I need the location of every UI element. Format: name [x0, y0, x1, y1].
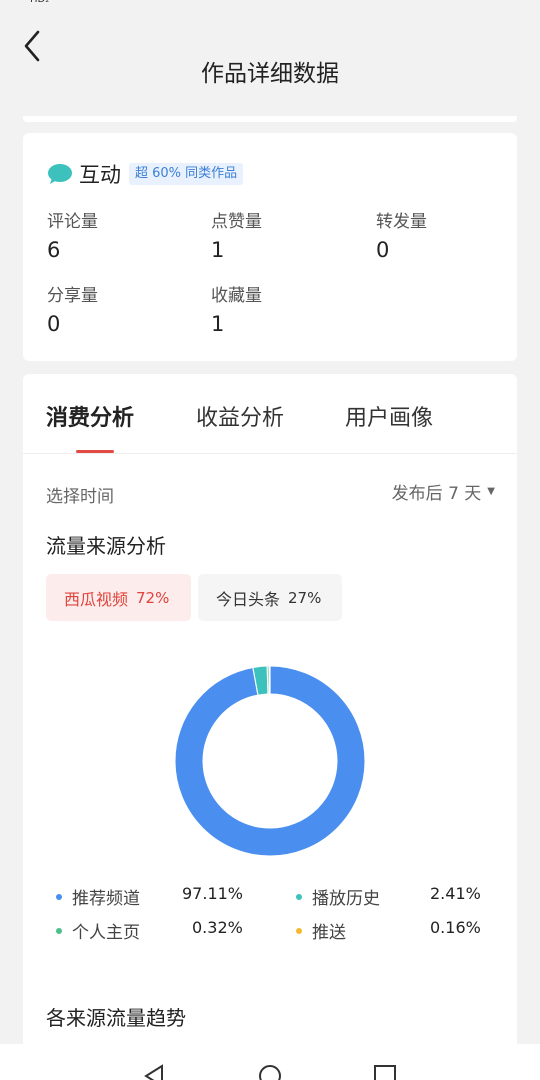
donut-slice-recommend — [175, 666, 365, 856]
time-range-value: 发布后 7 天 — [391, 484, 482, 504]
legend-name: 推送 — [312, 923, 346, 943]
nav-back-button[interactable] — [140, 1062, 166, 1080]
donut-separator — [266, 666, 269, 694]
legend-dot — [56, 927, 62, 934]
tab-consumption[interactable]: 消费分析 — [46, 400, 134, 432]
legend-item-homepage: 个人主页 — [56, 918, 140, 943]
triangle-back-icon — [144, 1064, 163, 1080]
metric-value: 1 — [211, 238, 225, 262]
chip-name: 今日头条 — [216, 589, 281, 609]
legend-item-recommend: 推荐频道 — [56, 884, 140, 909]
system-nav-bar — [0, 1044, 540, 1080]
analysis-tabs: 消费分析 收益分析 用户画像 — [23, 374, 517, 454]
metric-value: 0 — [47, 312, 61, 336]
square-recents-icon — [374, 1065, 396, 1080]
chat-bubble-icon — [48, 164, 72, 184]
metric-label: 点赞量 — [211, 212, 262, 232]
tab-indicator — [76, 450, 114, 453]
chip-pct: 27% — [288, 588, 322, 607]
legend-name: 个人主页 — [72, 923, 140, 943]
metric-shares: 分享量 0 — [47, 281, 98, 336]
legend-dot — [296, 927, 302, 934]
nav-recents-button[interactable] — [372, 1062, 398, 1080]
legend-item-history: 播放历史 — [296, 884, 380, 909]
legend-item-push: 推送 — [296, 918, 346, 943]
metric-value: 6 — [47, 238, 61, 262]
header: 作品详细数据 — [0, 0, 540, 110]
legend-name: 推荐频道 — [72, 889, 140, 909]
time-label: 选择时间 — [46, 487, 114, 507]
chip-name: 西瓜视频 — [64, 589, 129, 609]
legend-pct: 2.41% — [430, 884, 481, 903]
metric-comments: 评论量 6 — [47, 207, 98, 262]
legend-dot — [56, 893, 62, 900]
circle-home-icon — [259, 1065, 281, 1080]
metric-label: 转发量 — [376, 212, 427, 232]
legend-row: 个人主页 0.32% 推送 0.16% — [56, 918, 496, 943]
caret-down-icon: ▼ — [487, 486, 495, 497]
rank-badge: 超 60% 同类作品 — [129, 163, 244, 185]
legend-name: 播放历史 — [312, 889, 380, 909]
tab-user-profile[interactable]: 用户画像 — [345, 400, 433, 432]
traffic-donut-chart — [175, 666, 365, 856]
legend-pct: 0.32% — [192, 918, 243, 937]
metric-value: 1 — [211, 312, 225, 336]
tab-revenue[interactable]: 收益分析 — [196, 400, 284, 432]
time-range-select[interactable]: 发布后 7 天 ▼ — [392, 479, 495, 504]
traffic-trend-title: 各来源流量趋势 — [46, 1006, 186, 1030]
interaction-title: 互动 — [79, 163, 121, 187]
legend-row: 推荐频道 97.11% 播放历史 2.41% — [56, 884, 496, 909]
chip-pct: 72% — [136, 588, 170, 607]
source-chip-toutiao[interactable]: 今日头条 27% — [198, 574, 342, 621]
metric-label: 分享量 — [47, 286, 98, 306]
page-title: 作品详细数据 — [201, 61, 339, 87]
interaction-card: 互动 超 60% 同类作品 评论量 6 点赞量 1 转发量 0 分享量 0 收藏… — [23, 133, 517, 361]
source-chip-xigua[interactable]: 西瓜视频 72% — [46, 574, 191, 621]
traffic-source-title: 流量来源分析 — [46, 534, 166, 558]
previous-card-edge — [23, 116, 517, 122]
legend-dot — [296, 893, 302, 900]
metric-label: 评论量 — [47, 212, 98, 232]
metric-value: 0 — [376, 238, 390, 262]
metric-label: 收藏量 — [211, 286, 262, 306]
legend-pct: 0.16% — [430, 918, 481, 937]
metric-reposts: 转发量 0 — [376, 207, 427, 262]
interaction-header: 互动 超 60% 同类作品 — [47, 159, 244, 189]
metric-likes: 点赞量 1 — [211, 207, 262, 262]
analysis-card: 消费分析 收益分析 用户画像 选择时间 发布后 7 天 ▼ 流量来源分析 西瓜视… — [23, 374, 517, 1054]
metric-favorites: 收藏量 1 — [211, 281, 262, 336]
nav-home-button[interactable] — [257, 1062, 283, 1080]
legend-pct: 97.11% — [182, 884, 244, 903]
